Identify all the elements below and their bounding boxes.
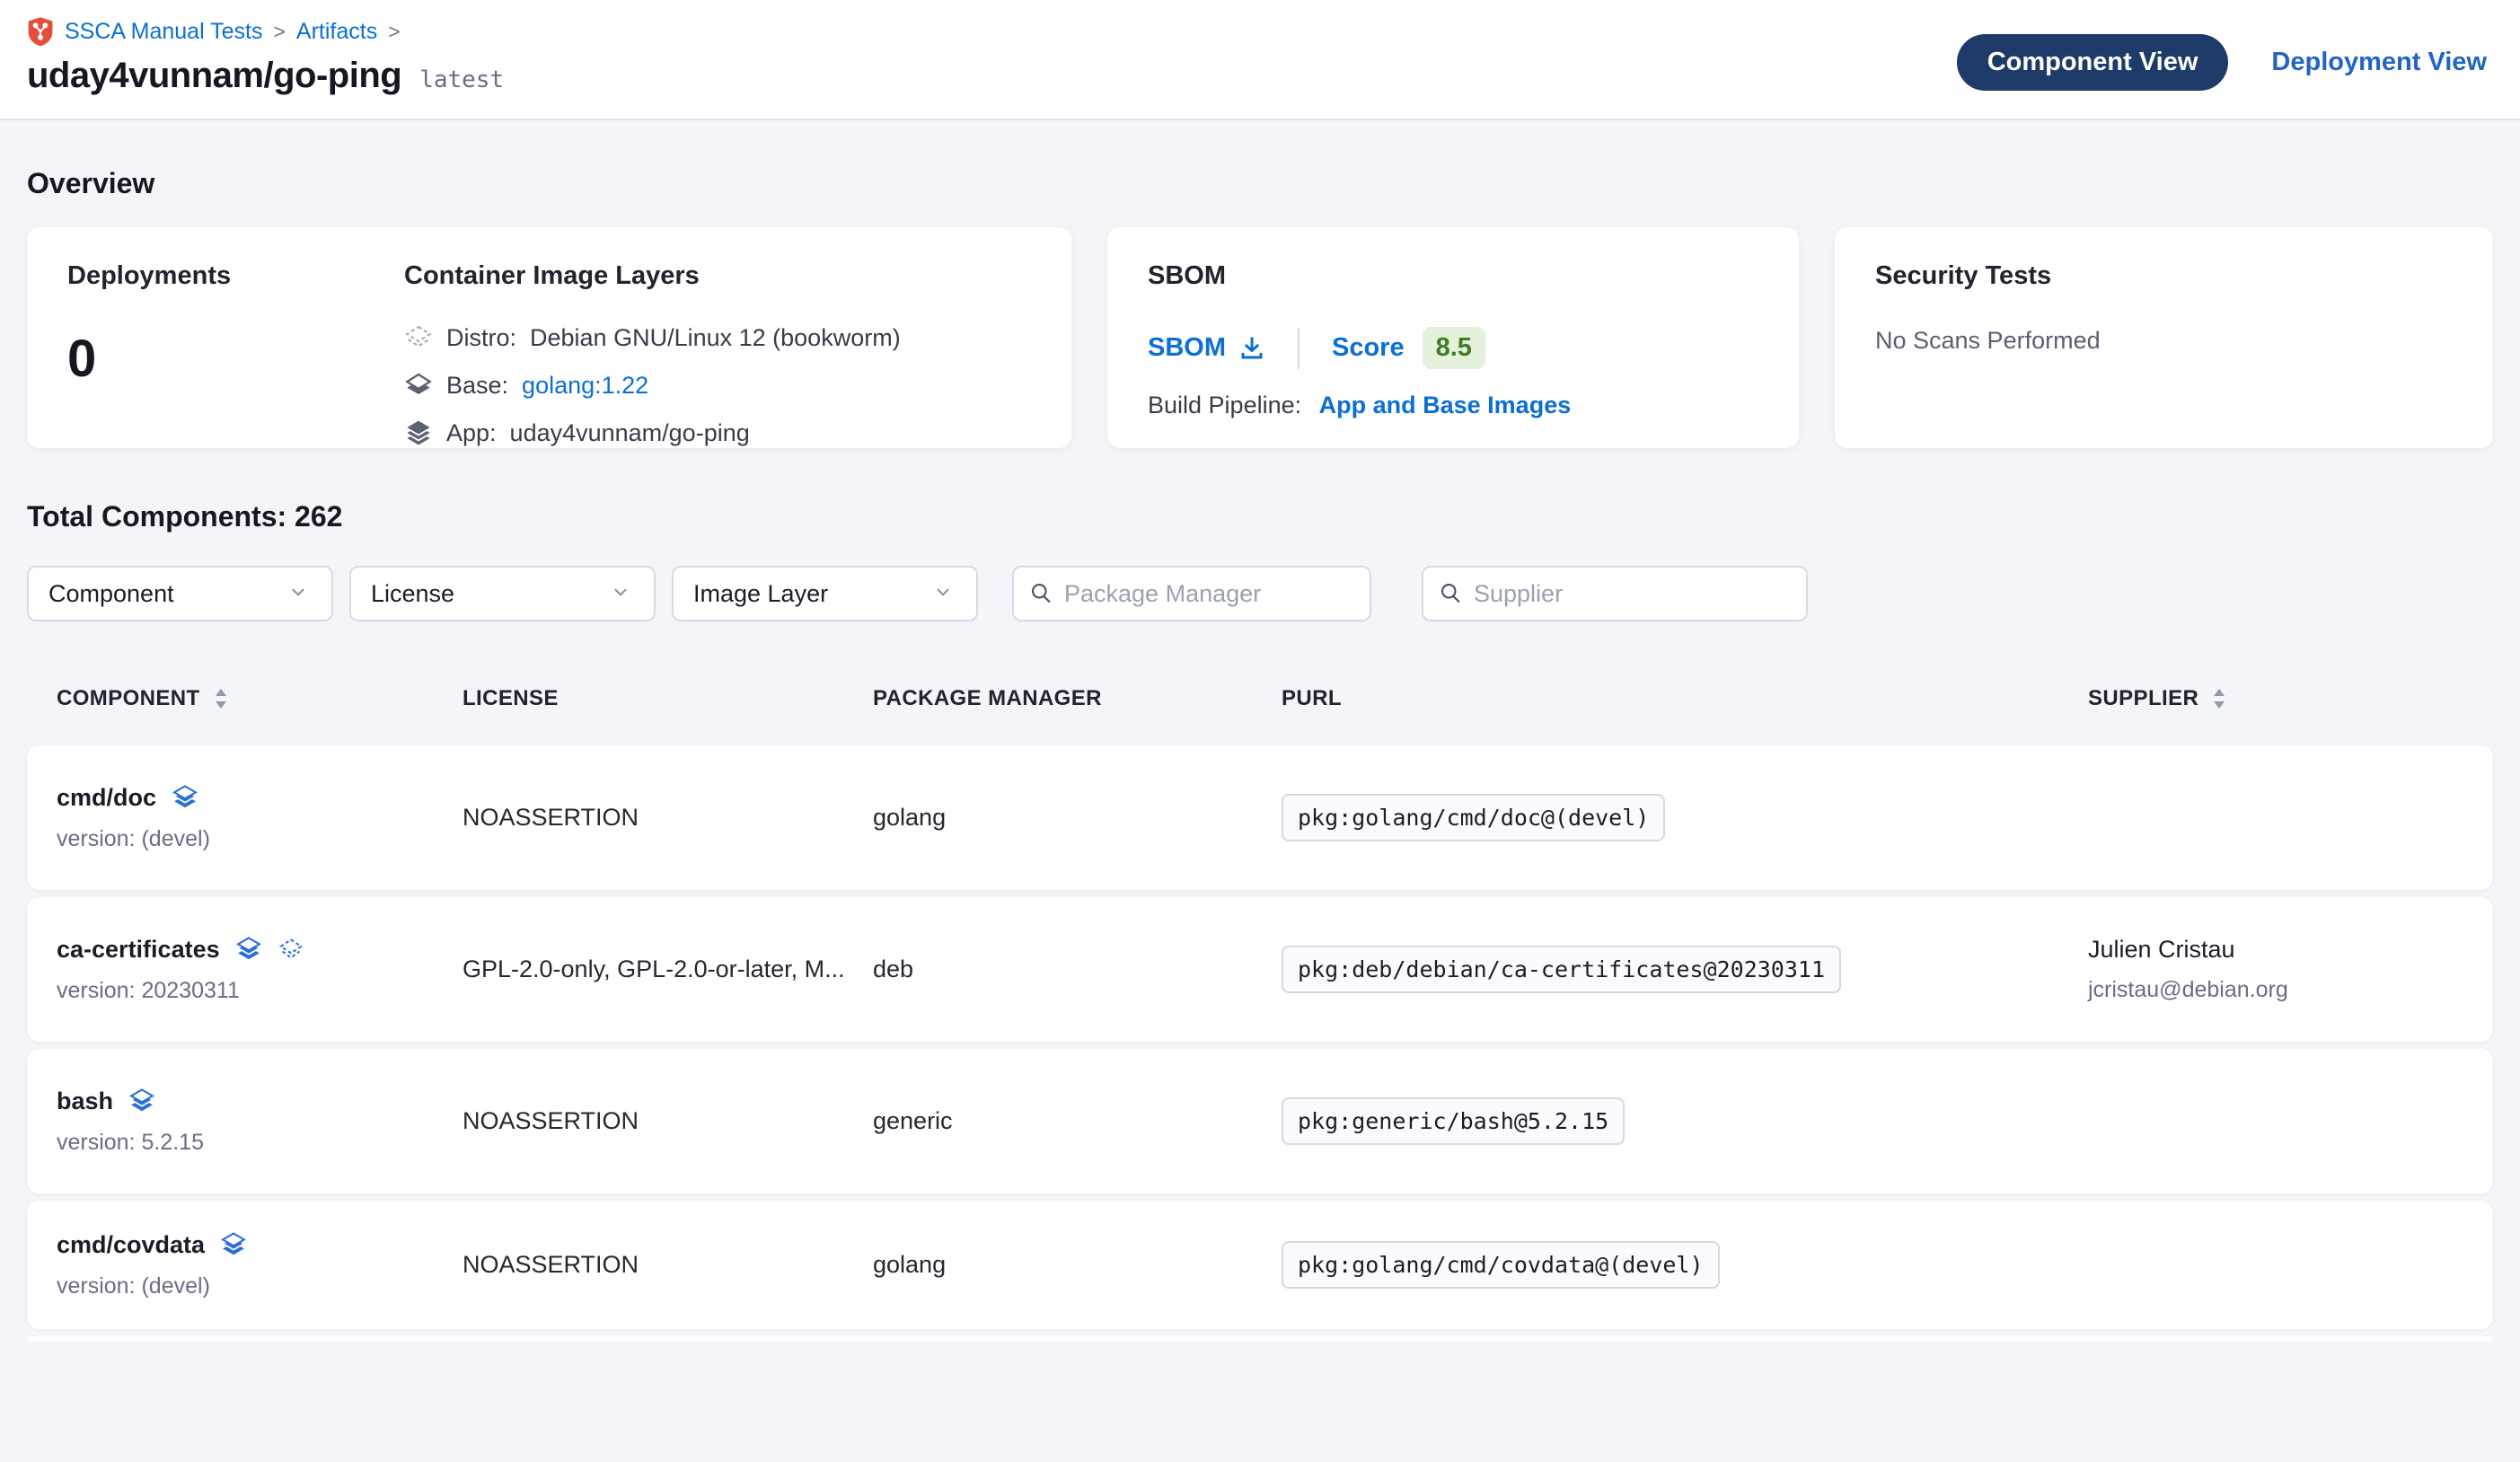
component-version: version: (devel) (57, 826, 463, 852)
layer-row-distro: Distro: Debian GNU/Linux 12 (bookworm) (404, 323, 901, 352)
package-manager-cell: deb (873, 956, 1282, 983)
component-name[interactable]: cmd/covdata (57, 1231, 205, 1259)
table-row[interactable]: cmd/doc version: (devel) NOASSERTION gol… (27, 745, 2493, 890)
chevron-down-icon (609, 580, 636, 607)
sort-icon[interactable] (2211, 687, 2227, 710)
layers-icon (220, 1231, 247, 1258)
purl-value: pkg:golang/cmd/covdata@(devel) (1282, 1241, 1720, 1289)
table-row[interactable]: cmd/covdata version: (devel) NOASSERTION… (27, 1201, 2493, 1329)
component-view-button[interactable]: Component View (1957, 34, 2229, 91)
sbom-download-link[interactable]: SBOM (1148, 333, 1265, 363)
filters-bar: Component License Image Layer (27, 566, 2493, 621)
layer-base-icon (404, 371, 433, 400)
breadcrumb-link-project[interactable]: SSCA Manual Tests (65, 19, 262, 45)
component-name[interactable]: bash (57, 1088, 113, 1115)
license-cell: NOASSERTION (463, 804, 873, 832)
table-row[interactable]: bash version: 5.2.15 NOASSERTION generic… (27, 1049, 2493, 1193)
column-header-component[interactable]: COMPONENT (57, 686, 463, 711)
view-toggle: Component View Deployment View (1957, 34, 2487, 91)
column-header-purl: PURL (1282, 686, 2088, 711)
package-manager-cell: golang (873, 804, 1282, 832)
component-filter-dropdown[interactable]: Component (27, 566, 333, 621)
layer-value: Debian GNU/Linux 12 (bookworm) (530, 324, 901, 352)
table-row[interactable]: ca-certificates version: 20230311 GPL-2.… (27, 897, 2493, 1042)
purl-value: pkg:golang/cmd/doc@(devel) (1282, 794, 1665, 841)
layer-label: Distro: (446, 324, 516, 352)
layers-icon (128, 1088, 155, 1114)
supplier-cell: Julien Cristau jcristau@debian.org (2088, 936, 2463, 1003)
container-image-layers-label: Container Image Layers (404, 261, 901, 291)
chevron-down-icon (286, 580, 313, 607)
overview-heading: Overview (27, 167, 2493, 200)
layer-row-base: Base: golang:1.22 (404, 371, 901, 400)
license-cell: NOASSERTION (463, 1251, 873, 1279)
component-version: version: 20230311 (57, 978, 463, 1004)
supplier-search[interactable] (1422, 566, 1808, 621)
supplier-cell (2088, 1114, 2463, 1128)
table-header: COMPONENT LICENSE PACKAGE MANAGER PURL S… (27, 686, 2493, 745)
overview-card: Deployments 0 Container Image Layers Dis… (27, 227, 1071, 448)
image-layer-filter-dropdown[interactable]: Image Layer (672, 566, 978, 621)
search-icon (1438, 580, 1463, 607)
component-name[interactable]: ca-certificates (57, 936, 220, 964)
layer-row-app: App: uday4vunnam/go-ping (404, 418, 901, 447)
breadcrumb-link-artifacts[interactable]: Artifacts (296, 19, 377, 45)
purl-value: pkg:generic/bash@5.2.15 (1282, 1097, 1625, 1145)
build-pipeline-link[interactable]: App and Base Images (1319, 392, 1572, 418)
layer-label: App: (446, 419, 497, 447)
sort-icon[interactable] (213, 687, 229, 710)
security-tests-title: Security Tests (1875, 261, 2453, 291)
component-version: version: (devel) (57, 1273, 463, 1299)
layer-value-link[interactable]: golang:1.22 (522, 372, 648, 400)
breadcrumb-separator: > (388, 20, 400, 44)
license-cell: NOASSERTION (463, 1107, 873, 1135)
security-tests-status: No Scans Performed (1875, 327, 2453, 355)
component-version: version: 5.2.15 (57, 1130, 463, 1156)
download-icon (1238, 335, 1265, 362)
sbom-score-label: Score (1332, 333, 1405, 363)
build-pipeline-label: Build Pipeline: (1148, 392, 1301, 418)
supplier-search-input[interactable] (1474, 580, 1792, 608)
column-header-package-manager: PACKAGE MANAGER (873, 686, 1282, 711)
deployments-label: Deployments (67, 261, 404, 291)
package-manager-search[interactable] (1012, 566, 1371, 621)
supplier-name: Julien Cristau (2088, 936, 2463, 964)
license-filter-dropdown[interactable]: License (349, 566, 656, 621)
total-components-heading: Total Components: 262 (27, 500, 2493, 533)
supplier-cell (2088, 811, 2463, 824)
chevron-down-icon (931, 580, 958, 607)
search-icon (1028, 580, 1053, 607)
table-row-partial (27, 1336, 2493, 1342)
layer-label: Base: (446, 372, 508, 400)
artifact-tag: latest (419, 66, 504, 93)
layers-icon (235, 936, 262, 963)
sbom-card: SBOM SBOM Score 8.5 Build Pipeline: App … (1107, 227, 1799, 448)
purl-value: pkg:deb/debian/ca-certificates@20230311 (1282, 946, 1841, 993)
page-header: SSCA Manual Tests > Artifacts > uday4vun… (0, 0, 2520, 120)
sbom-card-title: SBOM (1148, 261, 1758, 291)
diamond-dashed-icon (278, 936, 304, 963)
column-header-license: LICENSE (463, 686, 873, 711)
layer-value: uday4vunnam/go-ping (510, 419, 750, 447)
license-cell: GPL-2.0-only, GPL-2.0-or-later, M... (463, 956, 873, 983)
page-title: uday4vunnam/go-ping (27, 56, 401, 96)
breadcrumb-separator: > (273, 20, 285, 44)
component-name[interactable]: cmd/doc (57, 784, 156, 812)
security-tests-card: Security Tests No Scans Performed (1835, 227, 2493, 448)
sbom-score-badge: 8.5 (1423, 327, 1485, 369)
deployments-count: 0 (67, 329, 404, 389)
package-manager-cell: golang (873, 1251, 1282, 1279)
supplier-email: jcristau@debian.org (2088, 977, 2463, 1003)
deployment-view-link[interactable]: Deployment View (2271, 48, 2487, 77)
package-manager-search-input[interactable] (1064, 580, 1355, 608)
column-header-supplier[interactable]: SUPPLIER (2088, 686, 2463, 711)
shield-pipeline-icon (27, 16, 54, 47)
package-manager-cell: generic (873, 1107, 1282, 1135)
layers-icon (172, 784, 198, 811)
divider (1298, 328, 1300, 369)
supplier-cell (2088, 1258, 2463, 1272)
table-body: cmd/doc version: (devel) NOASSERTION gol… (27, 745, 2493, 1329)
layer-stack-icon (404, 418, 433, 447)
layer-dashed-icon (404, 323, 433, 352)
